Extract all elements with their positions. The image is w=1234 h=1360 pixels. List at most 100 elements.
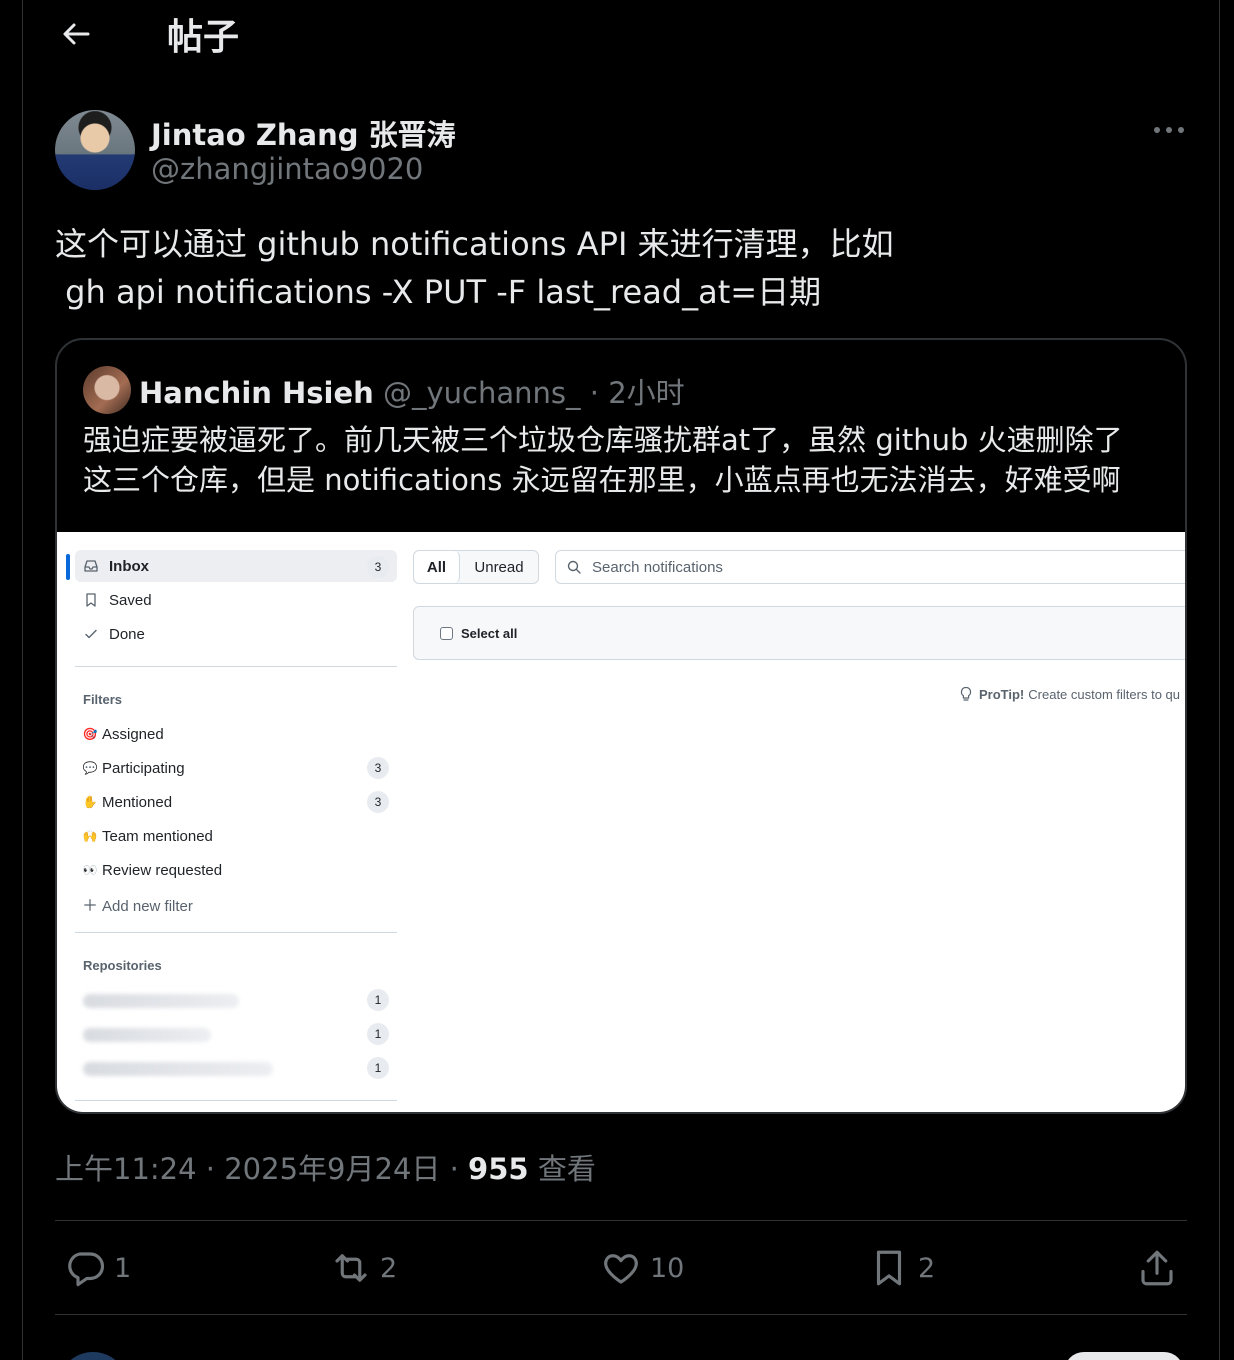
post-text: 这个可以通过 github notifications API 来进行清理，比如… — [55, 220, 1185, 316]
arrow-left-icon[interactable] — [58, 16, 94, 52]
divider — [75, 666, 397, 667]
filter-count: 3 — [367, 791, 389, 813]
bookmark-icon — [876, 1250, 902, 1286]
filter-label: Team mentioned — [102, 827, 213, 845]
check-icon — [83, 626, 99, 642]
post-time[interactable]: 上午11:24 — [55, 1152, 197, 1186]
quoted-post-text: 强迫症要被逼死了。前几天被三个垃圾仓库骚扰群at了，虽然 github 火速删除… — [83, 420, 1163, 500]
tab-unread: Unread — [474, 558, 524, 576]
search-placeholder: Search notifications — [592, 558, 723, 576]
bookmark-icon — [83, 592, 99, 608]
share-icon — [1141, 1250, 1173, 1286]
filter-label: Participating — [102, 759, 185, 777]
protip-text: Create custom filters to qu — [1028, 686, 1180, 702]
repo-count: 1 — [367, 1057, 389, 1079]
column-border-left — [22, 0, 23, 1360]
repo-count: 1 — [367, 1023, 389, 1045]
quoted-text-line: 这三个仓库，但是 notifications 永远留在那里，小蓝点再也无法消去，… — [83, 463, 1121, 497]
sidebar-item-label: Done — [109, 625, 145, 643]
separator-dot: · — [449, 1152, 459, 1186]
hand-icon: ✋ — [82, 795, 98, 809]
filter-count: 3 — [367, 757, 389, 779]
filter-item: 👀 Review requested — [82, 857, 223, 883]
plus-icon — [82, 898, 98, 915]
column-border-right — [1219, 0, 1220, 1360]
reply-submit-button[interactable] — [1064, 1352, 1184, 1360]
quoted-author-name: Hanchin Hsieh — [139, 376, 374, 410]
bookmark-button[interactable]: 2 — [868, 1246, 935, 1290]
select-all-bar: Select all — [413, 606, 1185, 660]
repo-count: 1 — [367, 989, 389, 1011]
tab-all: All — [414, 551, 460, 583]
divider — [55, 1314, 1187, 1315]
github-notifications-screenshot: Inbox 3 Saved Done Filters 🎯 Assigned 💬 … — [57, 532, 1185, 1112]
sidebar-item-inbox: Inbox — [83, 552, 149, 580]
protip: ProTip! Create custom filters to qu — [959, 686, 1180, 702]
inbox-count: 3 — [367, 556, 389, 578]
sidebar-item-saved: Saved — [83, 586, 152, 614]
reply-count: 1 — [114, 1252, 132, 1284]
repost-button[interactable]: 2 — [330, 1246, 397, 1290]
quoted-post-header: Hanchin Hsieh @_yuchanns_ · 2小时 — [139, 370, 685, 412]
post-date[interactable]: 2025年9月24日 — [224, 1152, 440, 1186]
author-avatar[interactable] — [55, 110, 135, 190]
current-user-avatar[interactable] — [58, 1352, 128, 1360]
heart-icon — [604, 1254, 638, 1284]
repost-icon — [335, 1254, 367, 1282]
like-button[interactable]: 10 — [600, 1246, 684, 1290]
sidebar-item-label: Inbox — [109, 557, 149, 575]
sidebar-item-label: Saved — [109, 591, 152, 609]
divider — [75, 932, 397, 933]
search-notifications-field: Search notifications — [555, 550, 1185, 584]
quoted-author-handle: @_yuchanns_ — [383, 376, 581, 410]
post-text-line: gh api notifications -X PUT -F last_read… — [55, 273, 822, 311]
target-icon: 🎯 — [82, 727, 98, 741]
blurred-repo-name — [83, 1062, 273, 1076]
active-marker — [66, 554, 70, 580]
protip-label: ProTip! — [979, 686, 1025, 702]
filter-item: 🙌 Team mentioned — [82, 823, 213, 849]
separator-dot: · — [205, 1152, 216, 1186]
reply-button[interactable]: 1 — [64, 1246, 131, 1290]
bookmark-count: 2 — [918, 1252, 936, 1284]
filter-item: 🎯 Assigned — [82, 721, 164, 747]
filters-heading: Filters — [83, 692, 123, 707]
blurred-repo-name — [83, 994, 239, 1008]
add-filter-label: Add new filter — [102, 897, 193, 915]
filter-label: Mentioned — [102, 793, 173, 811]
more-options-icon[interactable] — [1150, 118, 1188, 142]
divider — [75, 1100, 397, 1101]
post-meta: 上午11:24 · 2025年9月24日 · 955 查看 — [55, 1146, 596, 1188]
eyes-icon: 👀 — [82, 863, 98, 877]
quoted-author-avatar — [83, 366, 131, 414]
repost-count: 2 — [380, 1252, 398, 1284]
search-icon — [566, 559, 582, 575]
reply-icon — [68, 1252, 105, 1287]
select-all-label: Select all — [461, 625, 518, 641]
filter-label: Assigned — [102, 725, 164, 743]
page-title: 帖子 — [167, 17, 240, 58]
filter-label: Review requested — [102, 861, 223, 879]
filter-item: ✋ Mentioned — [82, 789, 173, 815]
lightbulb-icon — [959, 686, 973, 702]
share-button[interactable] — [1136, 1246, 1186, 1290]
filter-item: 💬 Participating — [82, 755, 185, 781]
author-name[interactable]: Jintao Zhang 张晋涛 — [151, 112, 456, 154]
inbox-icon — [83, 558, 99, 574]
sidebar-item-done: Done — [83, 620, 145, 648]
repositories-heading: Repositories — [83, 958, 162, 973]
select-all-checkbox — [440, 626, 453, 640]
quoted-post[interactable]: Hanchin Hsieh @_yuchanns_ · 2小时 强迫症要被逼死了… — [55, 338, 1187, 1114]
read-filter-toggle: All Unread — [413, 550, 539, 584]
quoted-post-time: 2小时 — [608, 376, 685, 410]
view-count: 955 — [468, 1152, 529, 1186]
divider — [55, 1220, 1187, 1221]
author-handle[interactable]: @zhangjintao9020 — [151, 152, 423, 186]
post-text-line: 这个可以通过 github notifications API 来进行清理，比如 — [55, 225, 894, 263]
add-filter: Add new filter — [82, 893, 193, 919]
separator-dot: · — [589, 376, 599, 410]
raised-hands-icon: 🙌 — [82, 829, 98, 843]
quoted-text-line: 强迫症要被逼死了。前几天被三个垃圾仓库骚扰群at了，虽然 github 火速删除… — [83, 423, 1123, 457]
view-count-label: 查看 — [537, 1152, 596, 1186]
like-count: 10 — [650, 1252, 685, 1284]
